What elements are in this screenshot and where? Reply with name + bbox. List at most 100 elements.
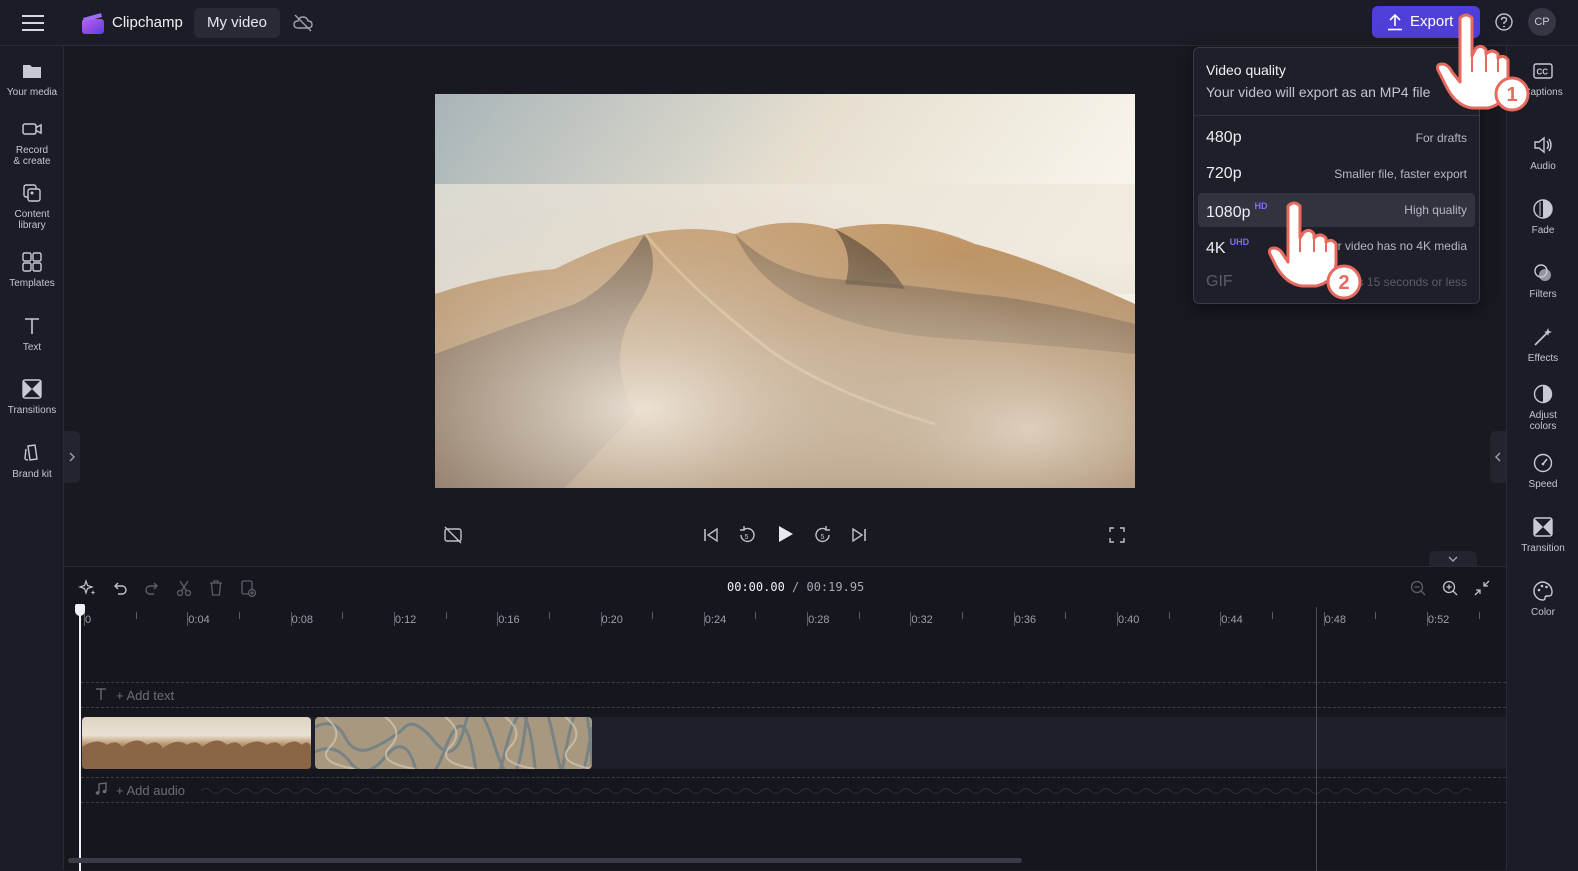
- timecode-display: 00:00.00 / 00:19.95: [727, 580, 864, 594]
- sidebar-item-speed[interactable]: Speed: [1507, 452, 1578, 490]
- sidebar-item-fade[interactable]: Fade: [1507, 198, 1578, 236]
- menu-icon[interactable]: [20, 12, 46, 34]
- fade-icon: [1532, 198, 1554, 220]
- zoom-out-icon[interactable]: [1408, 578, 1428, 598]
- sidebar-item-transitions[interactable]: Transitions: [0, 378, 64, 416]
- quality-label: 720p: [1206, 165, 1242, 182]
- split-scissors-icon[interactable]: [174, 578, 194, 598]
- sidebar-item-label: Audio: [1530, 161, 1556, 172]
- add-audio-label[interactable]: + Add audio: [116, 783, 185, 798]
- quality-label: 1080p: [1206, 204, 1251, 221]
- camera-icon: [21, 118, 43, 140]
- sidebar-item-label: Brand kit: [12, 469, 52, 480]
- contrast-icon: [1532, 383, 1554, 405]
- sidebar-item-adjust-colors[interactable]: Adjust colors: [1507, 383, 1578, 432]
- skip-back-icon[interactable]: [700, 524, 722, 546]
- brand-kit-icon: [21, 442, 43, 464]
- captions-off-icon[interactable]: [442, 524, 464, 546]
- ruler-label: 0:16: [498, 614, 520, 626]
- quality-option-480p[interactable]: 480p For drafts: [1198, 121, 1475, 155]
- sidebar-item-transition[interactable]: Transition: [1507, 516, 1578, 554]
- uhd-badge: UHD: [1229, 237, 1250, 247]
- duplicate-icon[interactable]: [238, 578, 258, 598]
- right-sidebar: CC Captions Audio Fade Filters Effects A…: [1506, 46, 1578, 870]
- playhead[interactable]: [79, 605, 81, 871]
- audio-track[interactable]: + Add audio: [81, 777, 1506, 803]
- ruler-label: 0:32: [911, 614, 933, 626]
- current-time: 00:00.00: [727, 580, 785, 594]
- rewind-5-icon[interactable]: 5: [736, 524, 758, 546]
- ruler-label: 0:12: [394, 614, 417, 626]
- fit-timeline-icon[interactable]: [1472, 578, 1492, 598]
- quality-desc: High quality: [1404, 203, 1467, 217]
- play-icon[interactable]: [774, 523, 796, 545]
- transitions-icon: [21, 378, 43, 400]
- playhead-handle[interactable]: [75, 604, 85, 616]
- ruler-tick-minor: [1375, 612, 1377, 619]
- add-text-label[interactable]: + Add text: [116, 688, 174, 703]
- sidebar-item-label: Content library: [14, 209, 50, 231]
- ruler-tick-minor: [1478, 612, 1480, 619]
- menu-subtitle: Your video will export as an MP4 file: [1206, 84, 1431, 100]
- sidebar-item-brand-kit[interactable]: Brand kit: [0, 442, 64, 480]
- quality-option-720p[interactable]: 720p Smaller file, faster export: [1198, 157, 1475, 191]
- text-track[interactable]: + Add text: [81, 682, 1506, 708]
- quality-desc: For drafts: [1415, 131, 1467, 145]
- collapse-right-panel-button[interactable]: [1490, 431, 1506, 483]
- ruler-label: 0:44: [1221, 614, 1243, 626]
- sidebar-item-label: Filters: [1529, 289, 1557, 300]
- music-note-icon: [94, 782, 108, 796]
- text-track-icon: [94, 687, 108, 701]
- forward-5-icon[interactable]: 5: [812, 524, 834, 546]
- sidebar-item-templates[interactable]: Templates: [0, 251, 64, 289]
- sidebar-item-content-library[interactable]: Content library: [0, 182, 64, 231]
- redo-icon[interactable]: [142, 578, 162, 598]
- sidebar-item-label: Effects: [1527, 353, 1559, 364]
- sidebar-item-text[interactable]: Text: [0, 315, 64, 353]
- sidebar-item-color[interactable]: Color: [1507, 580, 1578, 618]
- pointer-hand-icon-step-1: 1: [1432, 8, 1542, 118]
- quality-label: GIF: [1206, 273, 1233, 290]
- video-clip-sand-texture[interactable]: [315, 717, 592, 769]
- video-clip-dunes[interactable]: [82, 717, 311, 769]
- quality-desc: Smaller file, faster export: [1334, 167, 1467, 181]
- fullscreen-icon[interactable]: [1106, 524, 1128, 546]
- sidebar-item-record-create[interactable]: Record & create: [0, 118, 64, 167]
- pointer-hand-icon-step-2: 2: [1266, 198, 1376, 308]
- speaker-icon: [1532, 134, 1554, 156]
- ruler-tick-minor: [238, 612, 240, 619]
- ruler-tick-minor: [755, 612, 757, 619]
- speedometer-icon: [1532, 452, 1554, 474]
- video-title-field[interactable]: My video: [194, 8, 281, 38]
- svg-text:5: 5: [821, 534, 825, 541]
- templates-icon: [21, 251, 43, 273]
- ruler-tick-minor: [135, 612, 137, 619]
- timeline-scrollbar[interactable]: [68, 858, 1022, 863]
- zoom-in-icon[interactable]: [1440, 578, 1460, 598]
- sidebar-item-label: Color: [1531, 607, 1555, 618]
- collapse-timeline-button[interactable]: [1429, 551, 1477, 567]
- sidebar-item-label: Adjust colors: [1529, 410, 1557, 432]
- sidebar-item-filters[interactable]: Filters: [1507, 262, 1578, 300]
- sidebar-item-label: Text: [22, 342, 42, 353]
- cloud-off-icon[interactable]: [292, 12, 314, 34]
- skip-forward-icon[interactable]: [848, 524, 870, 546]
- sidebar-item-your-media[interactable]: Your media: [0, 60, 64, 98]
- left-sidebar: Your media Record & create Content libra…: [0, 46, 64, 870]
- magic-edit-icon[interactable]: [78, 578, 98, 598]
- video-preview-frame[interactable]: [435, 94, 1135, 488]
- sidebar-item-label: Templates: [9, 278, 55, 289]
- ruler-tick-minor: [342, 612, 344, 619]
- collapse-left-panel-button[interactable]: [64, 431, 80, 483]
- ruler-label: 0: [85, 614, 92, 626]
- ruler-tick-minor: [1168, 612, 1170, 619]
- sidebar-item-effects[interactable]: Effects: [1507, 326, 1578, 364]
- undo-icon[interactable]: [110, 578, 130, 598]
- ruler-tick-minor: [858, 612, 860, 619]
- sidebar-item-audio[interactable]: Audio: [1507, 134, 1578, 172]
- quality-label: 4K: [1206, 240, 1226, 257]
- delete-icon[interactable]: [206, 578, 226, 598]
- ruler-label: 0:52: [1427, 614, 1450, 626]
- magic-wand-icon: [1532, 326, 1554, 348]
- ruler-label: 0:40: [1118, 614, 1140, 626]
